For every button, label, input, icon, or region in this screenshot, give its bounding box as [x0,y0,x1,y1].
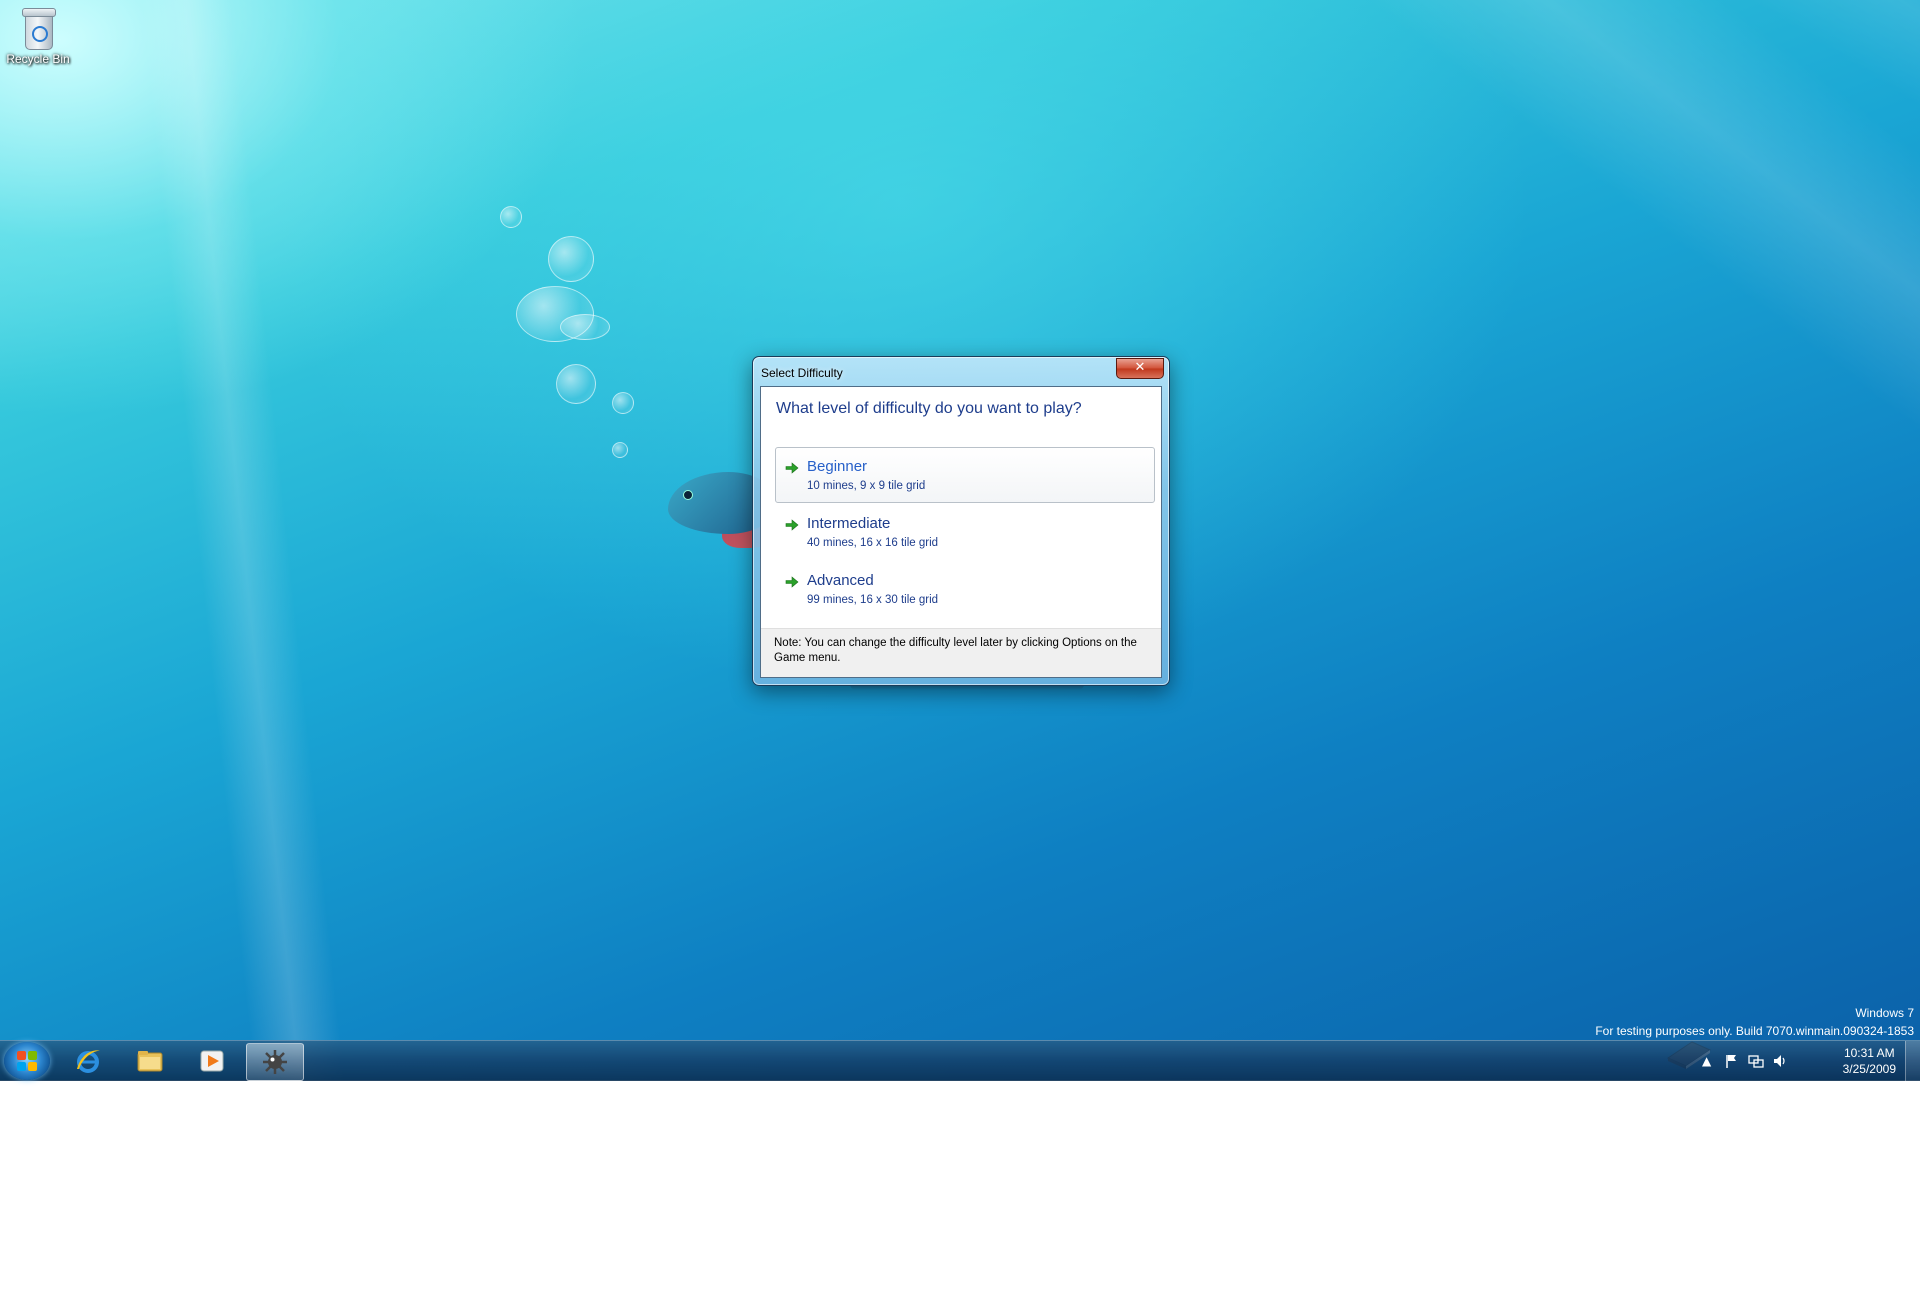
watermark-build: For testing purposes only. Build 7070.wi… [1595,1024,1914,1038]
bubble [612,392,634,414]
option-advanced[interactable]: Advanced 99 mines, 16 x 30 tile grid [775,561,1155,617]
network-icon[interactable] [1748,1053,1764,1069]
windows-explorer-icon [137,1051,163,1072]
dialog-content: What level of difficulty do you want to … [760,386,1162,678]
show-desktop-button[interactable] [1905,1041,1920,1081]
clock-date: 3/25/2009 [1842,1062,1896,1076]
close-button[interactable]: ✕ [1116,358,1164,379]
start-button[interactable] [4,1042,50,1080]
taskbar-minesweeper[interactable] [246,1043,304,1081]
bubble [556,364,596,404]
green-arrow-icon [785,519,799,531]
green-arrow-icon [785,462,799,474]
minesweeper-icon [263,1050,287,1074]
option-beginner[interactable]: Beginner 10 mines, 9 x 9 tile grid [775,447,1155,503]
dialog-footer: Note: You can change the difficulty leve… [761,628,1161,677]
windows-logo-icon [17,1051,37,1071]
taskbar: ▲ 10:31 AM 3/25/2009 [0,1040,1920,1081]
taskbar-windows-explorer[interactable] [122,1043,178,1079]
select-difficulty-dialog: Select Difficulty ✕ What level of diffic… [752,356,1170,686]
show-hidden-icons-icon[interactable]: ▲ [1702,1054,1711,1068]
bubble [612,442,628,458]
internet-explorer-icon [77,1050,100,1073]
build-watermark: Windows 7 For testing purposes only. Bui… [1595,1004,1914,1040]
light-ray [120,0,367,1297]
recycle-bin-label: Recycle Bin [6,52,70,66]
option-description: 40 mines, 16 x 16 tile grid [807,537,939,549]
action-center-flag-icon[interactable] [1724,1053,1740,1069]
option-title: Beginner [807,458,868,475]
option-title: Intermediate [807,515,891,532]
bubble [500,206,522,228]
watermark-os: Windows 7 [1855,1006,1914,1020]
option-title: Advanced [807,572,874,589]
difficulty-note: Note: You can change the difficulty leve… [774,637,1137,664]
fish-eye [683,490,693,500]
clock-time: 10:31 AM [1843,1046,1895,1060]
recycle-bin-icon [21,6,56,50]
light-ray [1222,0,1920,811]
media-player-icon [200,1050,224,1072]
option-description: 99 mines, 16 x 30 tile grid [807,594,939,606]
bubble [548,236,594,282]
bubble [560,314,610,340]
taskbar-media-player[interactable] [184,1043,240,1079]
notification-area: ▲ 10:31 AM 3/25/2009 [1690,1041,1920,1081]
dialog-title: Select Difficulty [761,366,843,380]
green-arrow-icon [785,576,799,588]
dialog-question: What level of difficulty do you want to … [776,400,1082,417]
option-description: 10 mines, 9 x 9 tile grid [807,480,926,492]
system-clock[interactable]: 10:31 AM 3/25/2009 [1843,1045,1896,1077]
taskbar-internet-explorer[interactable] [60,1043,116,1079]
recycle-bin-shortcut[interactable]: Recycle Bin [4,6,72,66]
volume-icon[interactable] [1772,1053,1788,1069]
option-intermediate[interactable]: Intermediate 40 mines, 16 x 16 tile grid [775,504,1155,560]
